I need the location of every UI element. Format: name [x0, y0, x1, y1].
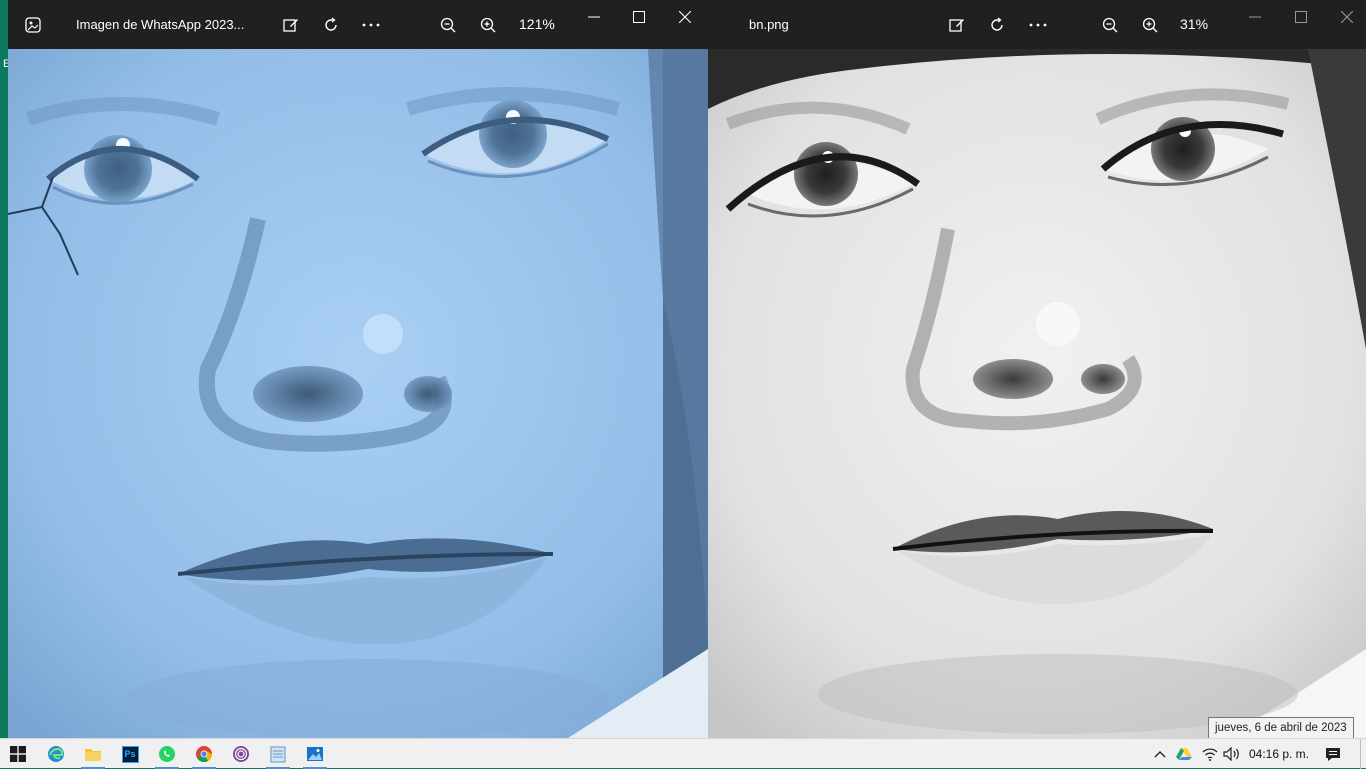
- wifi-icon[interactable]: [1199, 739, 1221, 769]
- taskbar: Ps 04:16 p. m.: [0, 738, 1366, 769]
- close-icon[interactable]: [670, 0, 700, 41]
- photoshop-label: Ps: [121, 745, 139, 763]
- photoshop-icon[interactable]: Ps: [112, 739, 148, 769]
- rotate-icon[interactable]: [984, 0, 1010, 49]
- taskbar-clock[interactable]: 04:16 p. m.: [1244, 739, 1314, 769]
- maximize-icon[interactable]: [624, 0, 654, 41]
- file-explorer-icon[interactable]: [75, 739, 111, 769]
- minimize-icon[interactable]: [1240, 0, 1270, 41]
- tor-browser-icon[interactable]: [223, 739, 259, 769]
- photo-viewer-window-left: Imagen de WhatsApp 2023... 121%: [8, 0, 708, 738]
- zoom-level[interactable]: 31%: [1180, 0, 1208, 49]
- edge-icon[interactable]: [38, 739, 74, 769]
- titlebar: bn.png 31%: [708, 0, 1366, 49]
- more-icon[interactable]: [358, 0, 384, 49]
- photo-canvas[interactable]: [708, 49, 1366, 738]
- edit-image-icon[interactable]: [944, 0, 970, 49]
- maximize-icon[interactable]: [1286, 0, 1316, 41]
- photos-icon[interactable]: [297, 739, 333, 769]
- zoom-in-icon[interactable]: [1137, 0, 1163, 49]
- blue-tinted-portrait-photo: [8, 49, 708, 738]
- show-hidden-icons-chevron[interactable]: [1150, 739, 1170, 769]
- whatsapp-icon[interactable]: [149, 739, 185, 769]
- chrome-icon[interactable]: [186, 739, 222, 769]
- more-icon[interactable]: [1025, 0, 1051, 49]
- photos-app-icon[interactable]: [18, 0, 48, 49]
- notifications-icon[interactable]: [1320, 739, 1346, 769]
- zoom-out-icon[interactable]: [1097, 0, 1123, 49]
- windows-start-icon[interactable]: [0, 739, 36, 769]
- notepad-icon[interactable]: [260, 739, 296, 769]
- minimize-icon[interactable]: [579, 0, 609, 41]
- google-drive-icon[interactable]: [1173, 739, 1195, 769]
- zoom-level[interactable]: 121%: [519, 0, 555, 49]
- zoom-in-icon[interactable]: [475, 0, 501, 49]
- photo-canvas[interactable]: [8, 49, 708, 738]
- volume-icon[interactable]: [1221, 739, 1243, 769]
- show-desktop-button[interactable]: [1360, 739, 1366, 769]
- partial-icon: [708, 0, 712, 49]
- close-icon[interactable]: [1332, 0, 1362, 41]
- window-title: bn.png: [749, 17, 789, 32]
- photo-viewer-window-right: bn.png 31%: [708, 0, 1366, 738]
- window-title: Imagen de WhatsApp 2023...: [76, 17, 245, 32]
- date-tooltip: jueves, 6 de abril de 2023: [1208, 717, 1354, 739]
- edit-image-icon[interactable]: [278, 0, 304, 49]
- rotate-icon[interactable]: [318, 0, 344, 49]
- grayscale-portrait-photo: [708, 49, 1366, 738]
- titlebar: Imagen de WhatsApp 2023... 121%: [8, 0, 708, 49]
- zoom-out-icon[interactable]: [435, 0, 461, 49]
